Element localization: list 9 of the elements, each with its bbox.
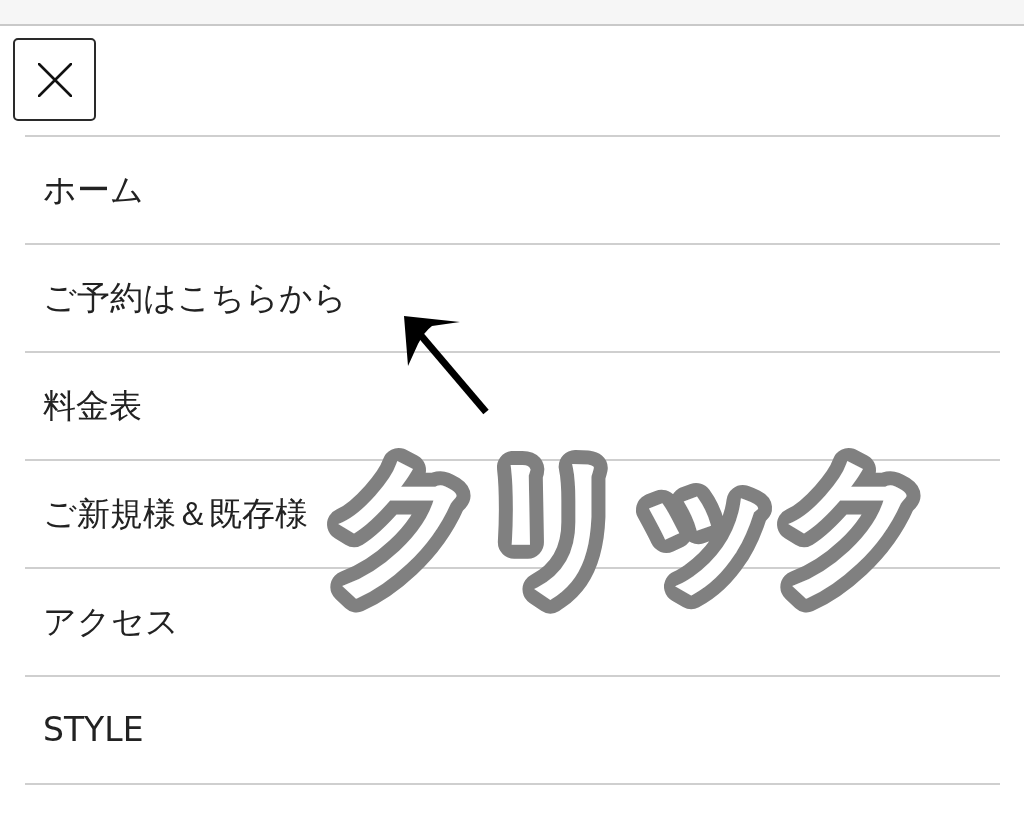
menu-link[interactable]: STYLE — [43, 709, 144, 751]
click-overlay-text: クリック — [328, 435, 928, 612]
menu-link[interactable]: ご新規様＆既存様 — [43, 493, 308, 535]
menu-link[interactable]: ホーム — [43, 169, 144, 211]
close-button[interactable] — [13, 38, 96, 121]
menu-link[interactable]: 料金表 — [43, 385, 142, 427]
close-icon — [37, 62, 72, 97]
menu-link[interactable]: ご予約はこちらから — [43, 277, 347, 319]
menu-link[interactable]: アクセス — [43, 601, 179, 643]
